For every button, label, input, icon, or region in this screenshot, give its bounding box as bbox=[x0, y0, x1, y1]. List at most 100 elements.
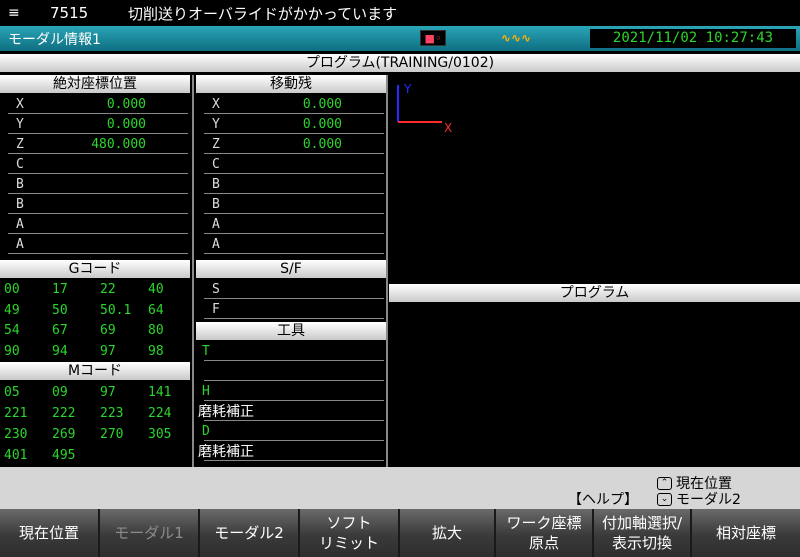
tool-h-row: H bbox=[196, 382, 388, 402]
help-area: ⌃ 現在位置 ⌄ モーダル2 【ヘルプ】 bbox=[0, 467, 800, 509]
code-cell: 05 bbox=[4, 385, 20, 400]
tool-t-label: T bbox=[202, 344, 210, 359]
title-bar: モーダル情報1 ■◦ ∿∿∿ 2021/11/02 10:27:43 bbox=[0, 26, 800, 51]
spindle-signal-icon: ∿∿∿ bbox=[500, 31, 532, 45]
code-cell: 97 bbox=[100, 385, 116, 400]
code-cell: 49 bbox=[4, 302, 20, 318]
tool-d-comp-row: 磨耗補正 bbox=[196, 442, 388, 462]
softkey-work-origin[interactable]: ワーク座標 原点 bbox=[496, 509, 594, 557]
code-cell: 54 bbox=[4, 323, 20, 338]
softkey-modal2[interactable]: モーダル2 bbox=[200, 509, 300, 557]
feed-row: F bbox=[196, 300, 388, 320]
softkey-current-position[interactable]: 現在位置 bbox=[0, 509, 100, 557]
column-divider-right bbox=[386, 75, 388, 467]
spindle-label: S bbox=[212, 282, 220, 297]
code-cell: 221 bbox=[4, 406, 28, 421]
softkey-label-1: 付加軸選択/ bbox=[601, 514, 683, 532]
alarm-message: 切削送りオーバライドがかかっています bbox=[128, 4, 398, 23]
code-cell: 22 bbox=[100, 282, 116, 297]
axis-value: 0.000 bbox=[302, 117, 342, 132]
axis-label: B bbox=[16, 197, 24, 212]
code-cell: 64 bbox=[148, 302, 164, 318]
tool-h-comp-label: 磨耗補正 bbox=[198, 404, 254, 420]
softkey-label-1: ワーク座標 bbox=[506, 514, 582, 532]
softkey-zoom[interactable]: 拡大 bbox=[400, 509, 496, 557]
alarm-list-icon[interactable]: ≡ bbox=[8, 5, 30, 21]
softkey-relative-position[interactable]: 相対座標 bbox=[692, 509, 800, 557]
tool-h-label: H bbox=[202, 384, 210, 399]
tool-h-comp-row: 磨耗補正 bbox=[196, 402, 388, 422]
axis-label: A bbox=[16, 217, 24, 232]
chevron-up-icon: ⌃ bbox=[657, 476, 672, 490]
tool-blank-row bbox=[196, 362, 388, 382]
axis-row: A bbox=[0, 215, 192, 235]
axis-label: A bbox=[212, 217, 220, 232]
sf-header: S/F bbox=[196, 260, 386, 278]
axis-row: X 0.000 bbox=[0, 95, 192, 115]
axis-row: B bbox=[196, 175, 388, 195]
feed-label: F bbox=[212, 302, 220, 317]
axis-row: A bbox=[0, 235, 192, 255]
help-label[interactable]: 【ヘルプ】 bbox=[568, 489, 638, 509]
code-cell: 90 bbox=[4, 343, 20, 359]
code-cell: 69 bbox=[100, 323, 116, 338]
axis-row: B bbox=[0, 175, 192, 195]
tool-status-icon: ■◦ bbox=[420, 30, 446, 46]
code-cell: 50 bbox=[52, 302, 68, 318]
plot-y-label: Y bbox=[403, 82, 412, 96]
code-cell: 305 bbox=[148, 427, 172, 442]
axis-label: A bbox=[212, 237, 220, 252]
toolpath-plot: Y X bbox=[392, 75, 800, 280]
code-cell: 50.1 bbox=[100, 302, 132, 318]
axis-label: Y bbox=[212, 117, 220, 132]
tool-d-label: D bbox=[202, 424, 210, 439]
axis-row: Z 480.000 bbox=[0, 135, 192, 155]
screen-title: モーダル情報1 bbox=[8, 31, 101, 48]
code-cell: 94 bbox=[52, 343, 68, 359]
option-modal2[interactable]: ⌄ モーダル2 bbox=[657, 489, 741, 509]
code-cell: 269 bbox=[52, 427, 76, 442]
axis-label: A bbox=[16, 237, 24, 252]
axis-label: Z bbox=[16, 137, 24, 152]
program-list-header: プログラム bbox=[389, 284, 800, 302]
alarm-code: 7515 bbox=[50, 4, 89, 22]
code-cell: 40 bbox=[148, 282, 164, 297]
axis-label: C bbox=[16, 157, 24, 172]
softkey-additional-axis[interactable]: 付加軸選択/ 表示切換 bbox=[594, 509, 692, 557]
spindle-row: S bbox=[196, 280, 388, 300]
column-divider-left bbox=[192, 75, 194, 467]
code-cell: 230 bbox=[4, 427, 28, 442]
tool-t-row: T bbox=[196, 342, 388, 362]
program-title-header: プログラム(TRAINING/0102) bbox=[0, 54, 800, 72]
softkey-label: 現在位置 bbox=[18, 524, 79, 542]
sf-panel: S F bbox=[196, 280, 388, 320]
code-cell: 270 bbox=[100, 427, 124, 442]
absolute-position-header: 絶対座標位置 bbox=[0, 75, 190, 93]
axis-row: Z 0.000 bbox=[196, 135, 388, 155]
softkey-label-2: 原点 bbox=[528, 534, 559, 552]
axis-value: 0.000 bbox=[302, 97, 342, 112]
g-code-grid: 00 17 22 40 49 50 50.1 64 54 67 69 80 90 94 97 98 bbox=[0, 280, 192, 362]
softkey-label-1: ソフト bbox=[326, 514, 372, 532]
code-cell: 495 bbox=[52, 448, 76, 463]
distance-to-go-table: X 0.000 Y 0.000 Z 0.000 C B B A A bbox=[196, 95, 388, 255]
axis-label: B bbox=[16, 177, 24, 192]
code-cell: 17 bbox=[52, 282, 68, 297]
m-code-header: Mコード bbox=[0, 362, 190, 380]
softkey-soft-limit[interactable]: ソフト リミット bbox=[300, 509, 400, 557]
tool-header: 工具 bbox=[196, 322, 386, 340]
distance-to-go-header: 移動残 bbox=[196, 75, 386, 93]
plot-x-label: X bbox=[444, 121, 452, 135]
softkey-modal1[interactable]: モーダル1 bbox=[100, 509, 200, 557]
code-cell: 80 bbox=[148, 323, 164, 338]
axis-row: Y 0.000 bbox=[196, 115, 388, 135]
axis-row: A bbox=[196, 235, 388, 255]
code-cell: 141 bbox=[148, 385, 172, 400]
axis-row: B bbox=[0, 195, 192, 215]
axis-row: Y 0.000 bbox=[0, 115, 192, 135]
axis-value: 0.000 bbox=[106, 117, 146, 132]
softkey-bar: 現在位置 モーダル1 モーダル2 ソフト リミット 拡大 ワーク座標 原点 付加… bbox=[0, 509, 800, 557]
axis-row: A bbox=[196, 215, 388, 235]
code-cell: 222 bbox=[52, 406, 76, 421]
softkey-label: 拡大 bbox=[431, 524, 462, 542]
